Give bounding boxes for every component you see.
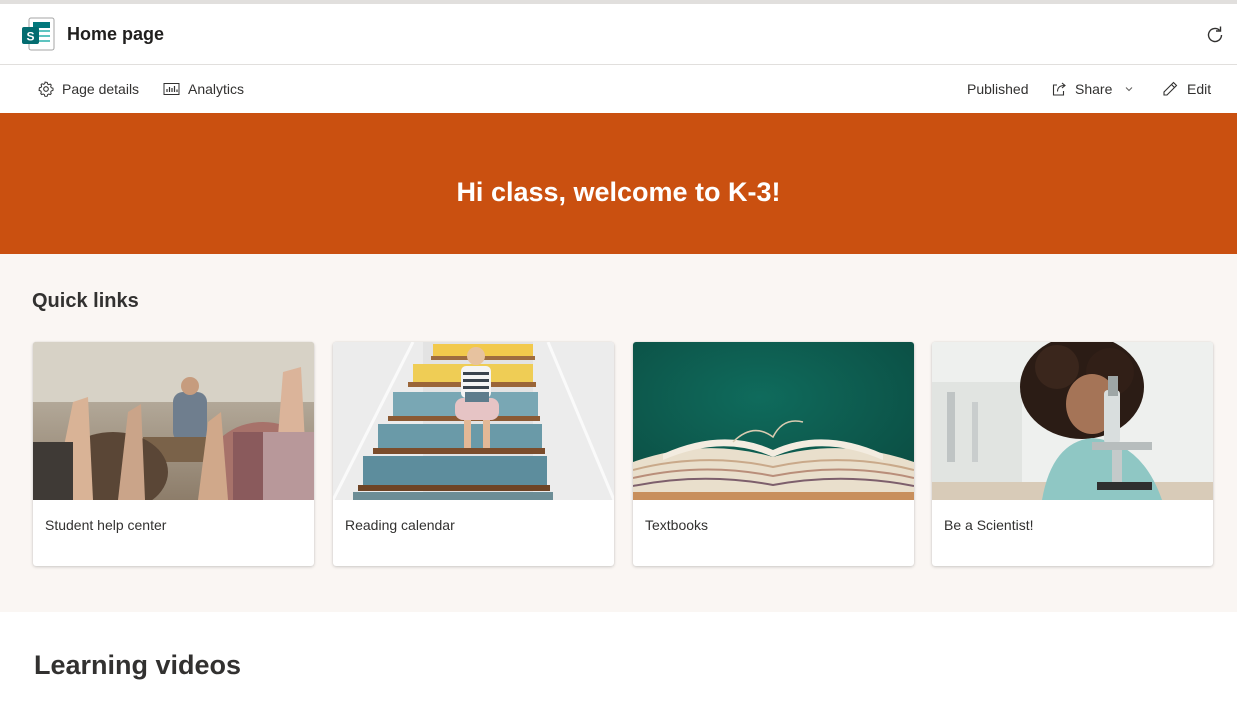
quick-link-label: Textbooks — [645, 517, 709, 533]
page-title: Home page — [67, 24, 165, 44]
sharepoint-icon[interactable]: S — [20, 16, 56, 52]
published-status: Published — [967, 81, 1029, 97]
quick-link-image — [33, 342, 314, 500]
learning-videos-heading: Learning videos — [34, 650, 242, 680]
hero-title: Hi class, welcome to K-3! — [456, 177, 781, 207]
quick-link-image — [333, 342, 614, 500]
quick-link-image — [633, 342, 914, 500]
analytics-icon — [163, 83, 180, 95]
share-label: Share — [1075, 81, 1113, 97]
analytics-button[interactable]: Analytics — [163, 65, 244, 113]
quick-link-label: Reading calendar — [345, 517, 455, 533]
page-details-label: Page details — [62, 81, 140, 97]
analytics-label: Analytics — [188, 81, 245, 97]
svg-text:S: S — [26, 30, 34, 44]
share-button[interactable]: Share — [1051, 65, 1134, 113]
quick-link-card[interactable]: Textbooks — [633, 342, 914, 566]
quick-link-card[interactable]: Student help center — [33, 342, 314, 566]
share-icon — [1052, 82, 1066, 96]
edit-label: Edit — [1187, 81, 1212, 97]
hero-banner: Hi class, welcome to K-3! — [0, 113, 1237, 254]
quick-link-label: Be a Scientist! — [944, 517, 1034, 533]
chevron-down-icon — [1126, 87, 1133, 92]
quick-link-card[interactable]: Be a Scientist! — [932, 342, 1213, 566]
quick-links-heading: Quick links — [32, 290, 139, 312]
quick-link-label: Student help center — [45, 517, 167, 533]
command-bar: Page details Analytics Published Share E… — [0, 65, 1237, 113]
quick-link-card[interactable]: Reading calendar — [333, 342, 614, 566]
edit-button[interactable]: Edit — [1161, 65, 1211, 113]
page-details-button[interactable]: Page details — [38, 65, 139, 113]
quick-links-section: Quick links Student help center Reading … — [0, 254, 1237, 612]
quick-link-image — [932, 342, 1213, 500]
pencil-icon — [1163, 81, 1178, 96]
title-bar: S Home page — [0, 4, 1237, 65]
gear-icon — [38, 81, 54, 97]
refresh-icon[interactable] — [1204, 24, 1226, 46]
